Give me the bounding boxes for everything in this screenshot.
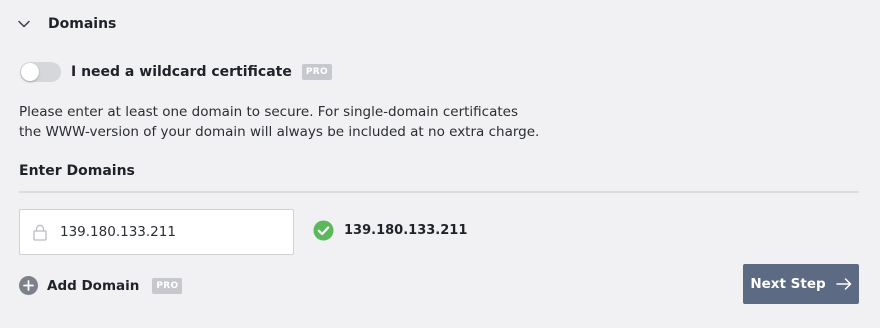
wildcard-pro-badge: PRO [301, 64, 332, 80]
add-domain-pro-badge: PRO [152, 277, 183, 294]
add-domain-label: Add Domain [47, 277, 140, 294]
next-step-button[interactable]: Next Step [743, 264, 859, 304]
check-circle-icon [313, 220, 334, 241]
next-step-label: Next Step [750, 276, 826, 292]
wildcard-toggle[interactable] [20, 62, 61, 82]
enter-domains-label: Enter Domains [19, 163, 135, 179]
validated-domain: 139.180.133.211 [313, 220, 467, 241]
chevron-down-icon [18, 18, 30, 30]
domain-input-container [19, 209, 294, 255]
domains-description: Please enter at least one domain to secu… [19, 102, 579, 142]
domains-section-header[interactable]: Domains [18, 16, 116, 32]
domain-input[interactable] [60, 224, 280, 240]
wildcard-label: I need a wildcard certificate [71, 64, 292, 80]
description-line-2: the WWW-version of your domain will alwa… [19, 124, 540, 140]
wildcard-row: I need a wildcard certificate PRO [20, 62, 332, 82]
toggle-knob [21, 63, 39, 81]
section-title: Domains [48, 16, 117, 32]
validated-domain-text: 139.180.133.211 [344, 223, 468, 238]
divider [19, 191, 859, 193]
description-line-1: Please enter at least one domain to secu… [19, 104, 518, 120]
arrow-right-icon [835, 278, 852, 290]
lock-icon [32, 223, 48, 241]
add-domain-button[interactable]: Add Domain PRO [19, 276, 183, 295]
plus-circle-icon [19, 276, 38, 295]
